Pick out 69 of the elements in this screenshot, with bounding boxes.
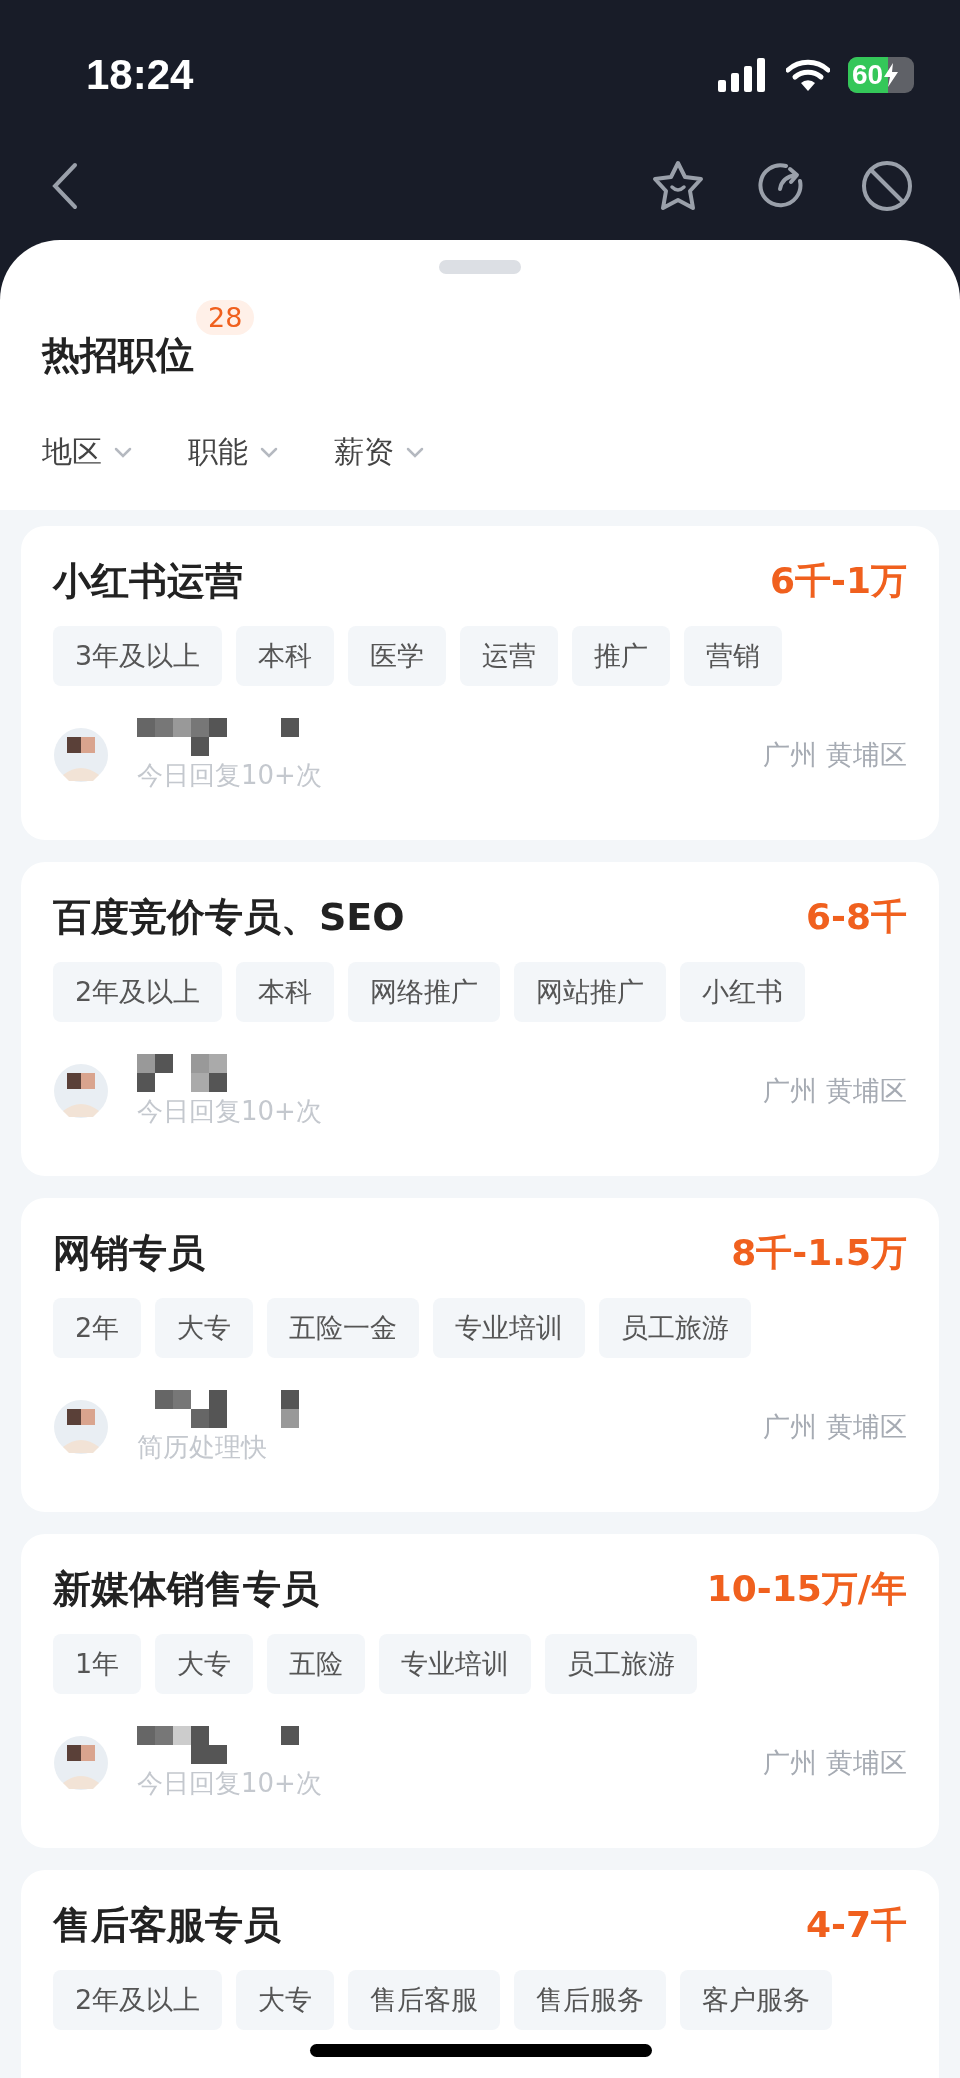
wifi-icon (786, 58, 830, 92)
chevron-down-icon (114, 446, 132, 459)
tag: 员工旅游 (599, 1298, 752, 1358)
avatar-icon (53, 727, 109, 783)
salary: 4-7千 (805, 1902, 907, 1947)
reply-note: 简历处理快 (137, 1430, 268, 1464)
job-location: 广州 黄埔区 (763, 1746, 907, 1780)
signal-icon (718, 58, 768, 92)
job-title: 新媒体销售专员 (53, 1565, 319, 1613)
tag: 推广 (572, 626, 671, 686)
job-card[interactable]: 小红书运营 6千-1万 3年及以上 本科 医学 运营 推广 营销 今日回复10+次 广州 黄埔区 (21, 526, 939, 840)
job-card[interactable]: 网销专员 8千-1.5万 2年 大专 五险一金 专业培训 员工旅游 简历处理快 广州 黄埔区 (21, 1198, 939, 1512)
tag: 2年及以上 (53, 1970, 223, 2030)
tag: 员工旅游 (545, 1634, 698, 1694)
tag: 五险 (267, 1634, 366, 1694)
tag: 专业培训 (433, 1298, 586, 1358)
job-location: 广州 黄埔区 (763, 1410, 907, 1444)
tag: 网站推广 (514, 962, 667, 1022)
tag: 网络推广 (348, 962, 501, 1022)
filter-dropdown[interactable]: 薪资 (334, 432, 424, 473)
reply-note: 今日回复10+次 (137, 1766, 323, 1800)
job-card[interactable]: 百度竞价专员、SEO 6-8千 2年及以上 本科 网络推广 网站推广 小红书 今日回复10+次 广州 黄埔区 (21, 862, 939, 1176)
tag: 大专 (155, 1298, 254, 1358)
tag: 客户服务 (680, 1970, 833, 2030)
reply-note: 今日回复10+次 (137, 758, 323, 792)
salary: 10-15万/年 (706, 1566, 907, 1611)
tag: 营销 (684, 626, 783, 686)
tag: 售后客服 (348, 1970, 501, 2030)
star-icon[interactable] (650, 159, 706, 213)
avatar-icon (53, 1735, 109, 1791)
job-card[interactable]: 售后客服专员 4-7千 2年及以上 大专 售后客服 售后服务 客户服务 (21, 1870, 939, 2078)
tag: 2年 (53, 1298, 142, 1358)
tag: 大专 (155, 1634, 254, 1694)
salary: 6千-1万 (769, 558, 907, 603)
filter-dropdown[interactable]: 地区 (42, 432, 132, 473)
chevron-down-icon (406, 446, 424, 459)
job-location: 广州 黄埔区 (763, 1074, 907, 1108)
job-card[interactable]: 新媒体销售专员 10-15万/年 1年 大专 五险 专业培训 员工旅游 今日回复10+次 广州 黄埔区 (21, 1534, 939, 1848)
tag: 1年 (53, 1634, 142, 1694)
status-time: 18:24 (86, 51, 194, 99)
job-title: 小红书运营 (53, 557, 243, 605)
block-icon[interactable] (860, 159, 914, 213)
job-title: 网销专员 (53, 1229, 205, 1277)
tag: 专业培训 (379, 1634, 532, 1694)
salary: 6-8千 (805, 894, 907, 939)
back-icon[interactable] (50, 162, 80, 210)
reply-note: 今日回复10+次 (137, 1094, 323, 1128)
drag-handle[interactable] (439, 260, 521, 274)
tag: 医学 (348, 626, 447, 686)
job-title: 百度竞价专员、SEO (53, 893, 405, 941)
tag: 五险一金 (267, 1298, 420, 1358)
tag: 售后服务 (514, 1970, 667, 2030)
avatar-icon (53, 1399, 109, 1455)
salary: 8千-1.5万 (731, 1230, 907, 1275)
chevron-down-icon (260, 446, 278, 459)
job-title: 售后客服专员 (53, 1901, 281, 1949)
section-title: 热招职位 (42, 332, 194, 379)
job-location: 广州 黄埔区 (763, 738, 907, 772)
tag: 2年及以上 (53, 962, 223, 1022)
battery-indicator: 60 (848, 57, 914, 93)
tag: 运营 (460, 626, 559, 686)
tag: 3年及以上 (53, 626, 223, 686)
count-badge: 28 (196, 300, 255, 335)
filter-dropdown[interactable]: 职能 (188, 432, 278, 473)
tag: 大专 (236, 1970, 335, 2030)
tag: 小红书 (680, 962, 806, 1022)
tag: 本科 (236, 962, 335, 1022)
avatar-icon (53, 1063, 109, 1119)
tag: 本科 (236, 626, 335, 686)
